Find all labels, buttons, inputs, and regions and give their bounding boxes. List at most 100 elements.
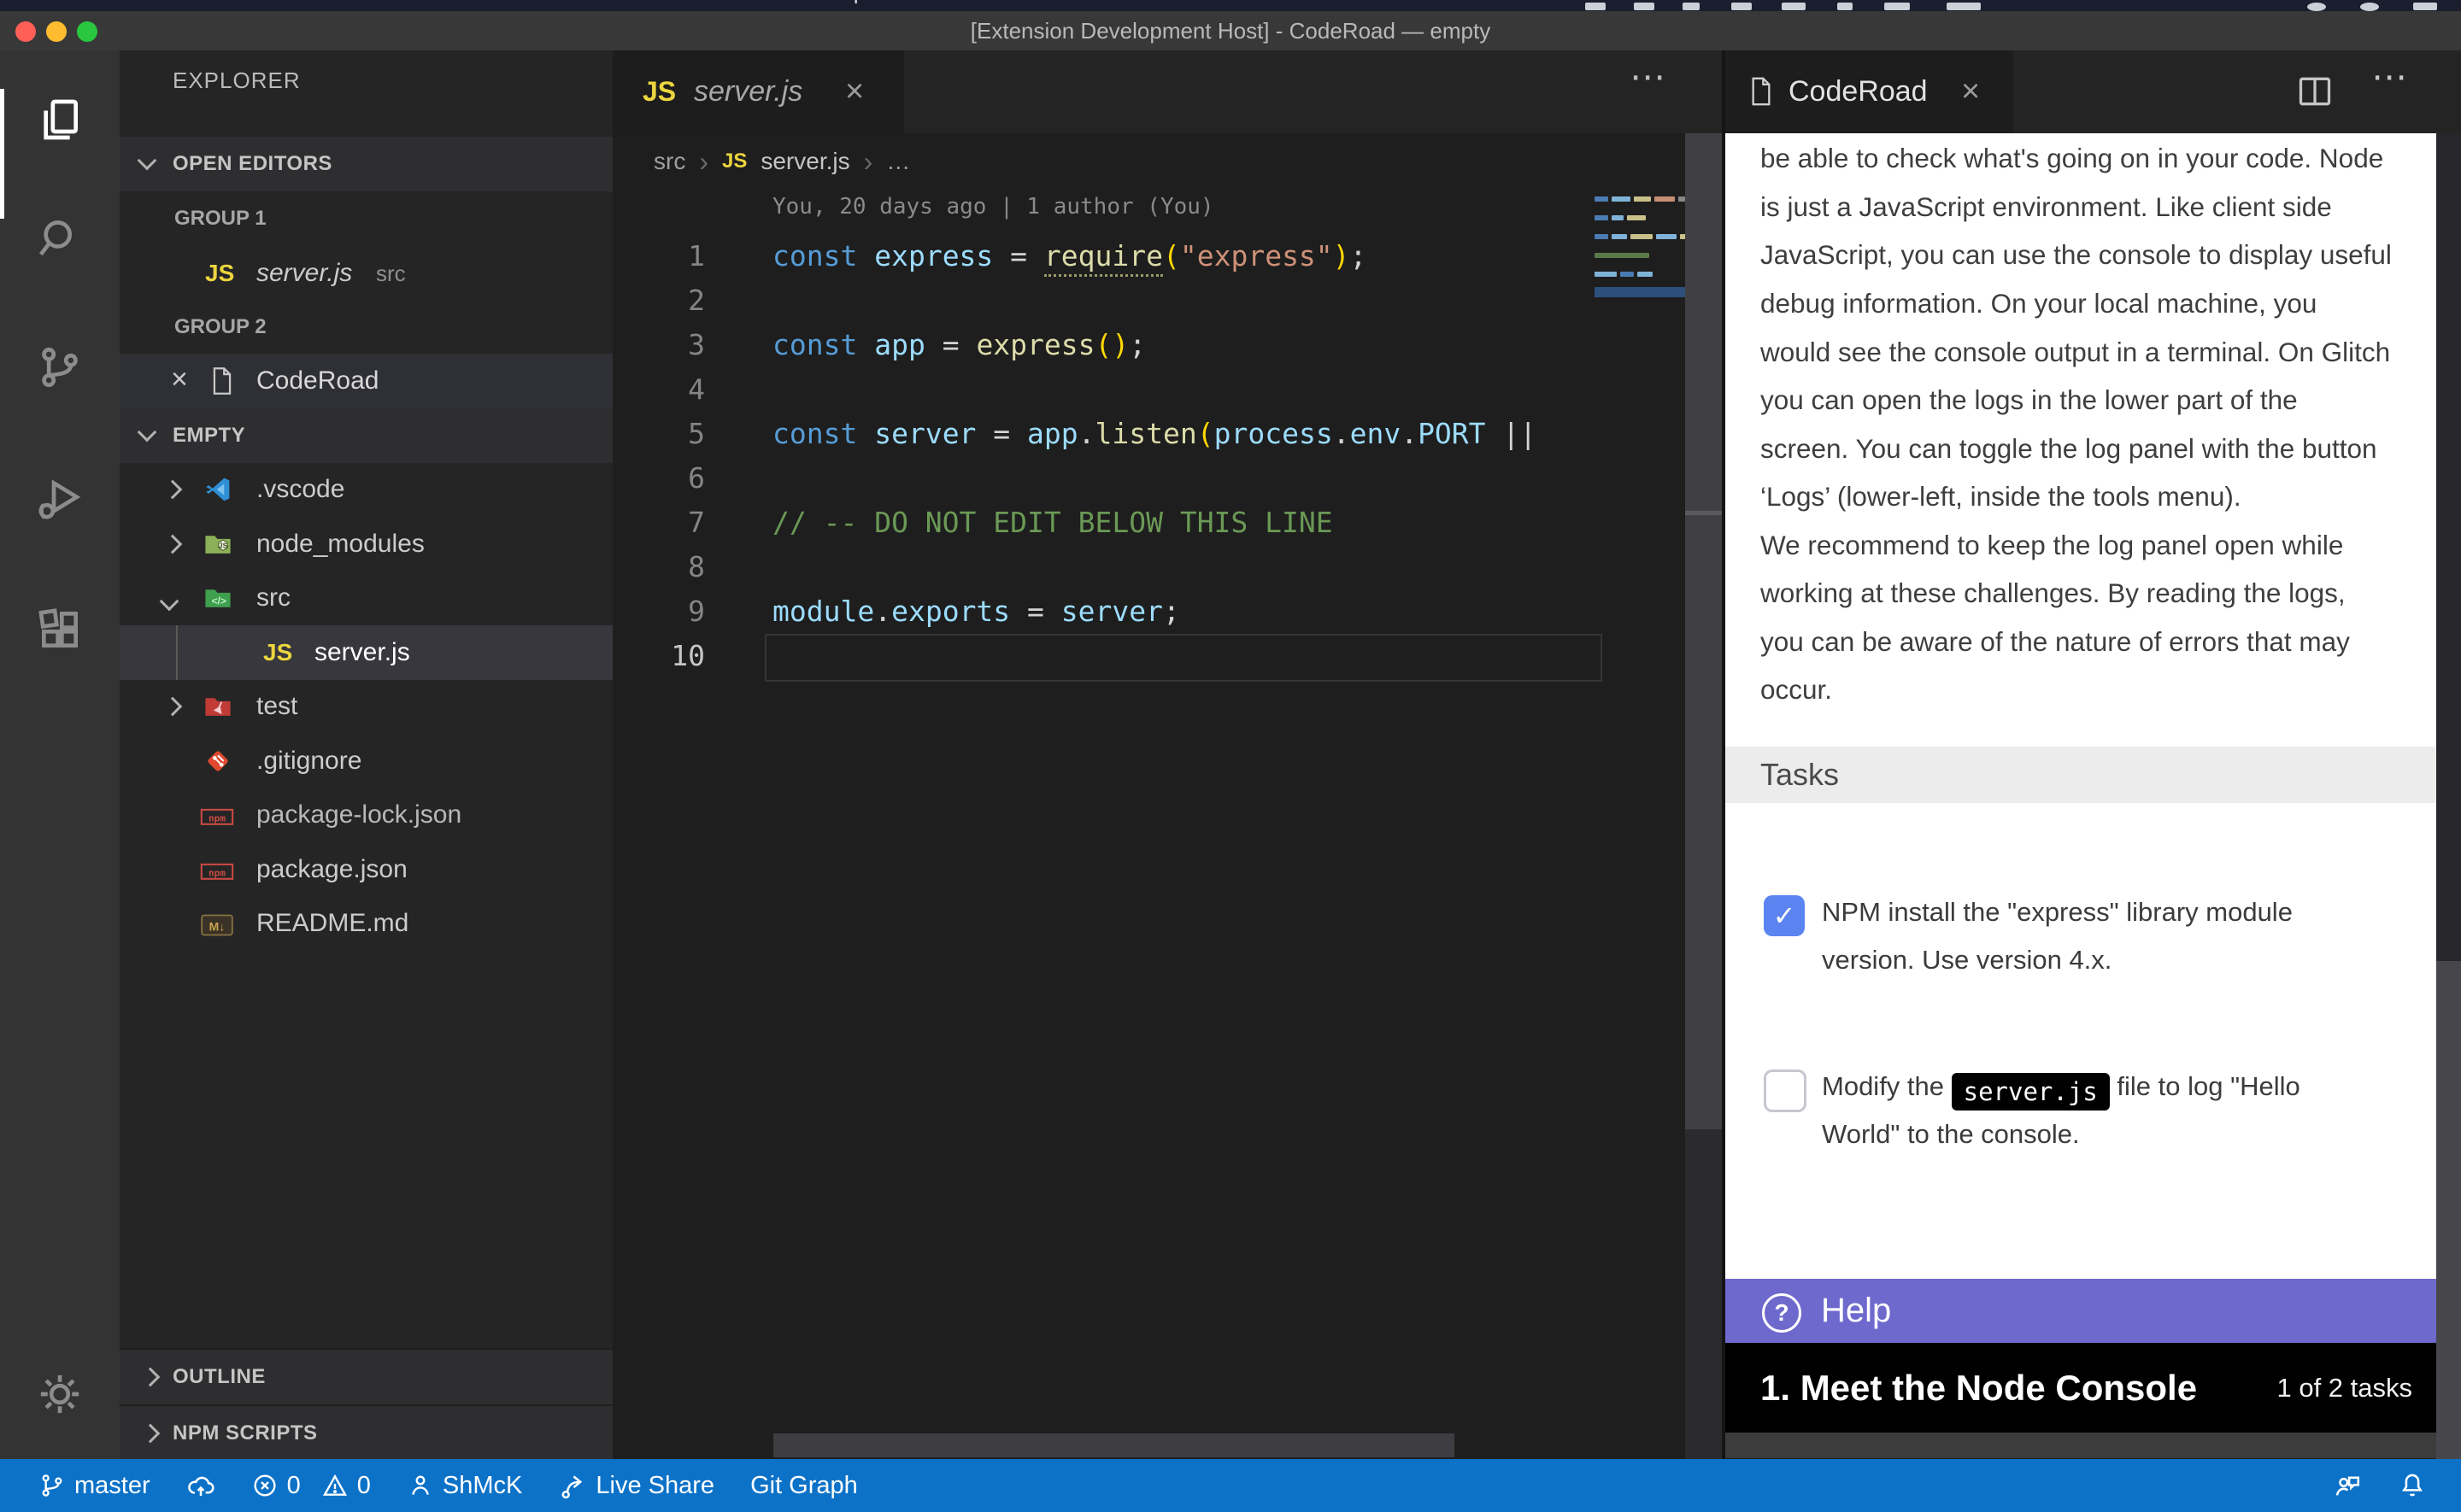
menu-window[interactable]: Window	[722, 0, 795, 5]
open-editor-server-js[interactable]: JS server.js src	[120, 246, 613, 301]
minimap[interactable]	[1595, 187, 1685, 409]
tree-item-src[interactable]: </> src	[120, 571, 613, 625]
tree-item-test[interactable]: test	[120, 679, 613, 734]
npm-scripts-section-header[interactable]: NPM SCRIPTS	[120, 1404, 613, 1459]
tree-item-package-lock[interactable]: npm package-lock.json	[120, 788, 613, 842]
tree-item-readme[interactable]: M↓ README.md	[120, 896, 613, 951]
tree-item-server-js-selected[interactable]: JS server.js	[120, 625, 613, 680]
close-tab-icon[interactable]: ×	[1961, 50, 1980, 133]
breadcrumb-file[interactable]: server.js	[761, 148, 849, 175]
menu-selection[interactable]: Selection	[320, 0, 405, 5]
vscode-folder-icon	[203, 475, 232, 504]
svg-text:JS: JS	[219, 541, 228, 549]
chevron-right-icon	[141, 1424, 161, 1444]
code-line[interactable]: 6	[613, 456, 1595, 501]
task-checkbox-checked[interactable]: ✓	[1764, 895, 1805, 936]
chevron-right-icon	[141, 1368, 161, 1387]
editor-more-actions-icon[interactable]: ⋯	[1630, 56, 1669, 97]
code-line[interactable]: 10	[613, 634, 1595, 678]
source-control-icon[interactable]	[36, 343, 84, 391]
git-icon	[203, 747, 232, 776]
open-editors-header[interactable]: OPEN EDITORS	[120, 137, 613, 191]
code-line[interactable]: 8	[613, 545, 1595, 589]
coderoad-content: be able to check what's going on in your…	[1725, 133, 2436, 1458]
tree-item-gitignore[interactable]: .gitignore	[120, 734, 613, 788]
sync-status[interactable]	[186, 1471, 215, 1500]
code-line[interactable]: 4	[613, 367, 1595, 412]
tree-item-vscode[interactable]: .vscode	[120, 462, 613, 517]
panel-scrollbar-track[interactable]	[2436, 961, 2461, 1459]
code-line[interactable]: 1 const express = require("express");	[613, 234, 1595, 278]
tree-item-node-modules[interactable]: JS node_modules	[120, 517, 613, 571]
markdown-icon: M↓	[200, 913, 229, 942]
menu-file[interactable]: File	[197, 0, 230, 5]
menu-help[interactable]: Help	[823, 0, 865, 5]
window-titlebar[interactable]: [Extension Development Host] - CodeRoad …	[0, 11, 2461, 50]
code-line[interactable]: 5 const server = app.listen(process.env.…	[613, 412, 1595, 456]
indent-guide	[176, 625, 178, 680]
menu-terminal[interactable]: Terminal	[617, 0, 695, 5]
document-icon	[210, 366, 239, 396]
split-editor-icon[interactable]	[2296, 73, 2334, 114]
lesson-footer[interactable]: 1. Meet the Node Console 1 of 2 tasks	[1725, 1343, 2436, 1433]
search-icon[interactable]	[36, 214, 84, 261]
menu-go[interactable]: Go	[508, 0, 536, 5]
lesson-text-line: you can open the logs in the lower part …	[1760, 376, 2418, 424]
live-share-status[interactable]: Live Share	[558, 1471, 714, 1500]
tab-server-js[interactable]: JS server.js ×	[613, 50, 904, 133]
menu-view[interactable]: View	[437, 0, 481, 5]
menu-code[interactable]: Code	[102, 0, 150, 5]
code-line[interactable]: 2	[613, 278, 1595, 323]
outline-label: OUTLINE	[173, 1350, 266, 1404]
lesson-text-line: be able to check what's going on in your…	[1760, 134, 2418, 182]
tree-item-label: README.md	[256, 896, 408, 951]
panel-scrollbar-thumb[interactable]	[2436, 133, 2461, 961]
document-icon	[1749, 76, 1773, 111]
tab-label: CodeRoad	[1788, 50, 1928, 133]
chevron-right-icon	[163, 480, 183, 500]
open-editor-coderoad[interactable]: × CodeRoad	[120, 354, 613, 408]
cloud-upload-icon	[186, 1471, 215, 1500]
editor-scrollbar[interactable]	[1685, 133, 1722, 1129]
tree-item-package-json[interactable]: npm package.json	[120, 842, 613, 897]
problems-status[interactable]: 0 0	[251, 1472, 371, 1500]
settings-gear-icon[interactable]	[36, 1370, 84, 1418]
editor-scrollbar-track[interactable]	[1685, 1129, 1722, 1459]
workspace-folder-header[interactable]: EMPTY	[120, 408, 613, 463]
explorer-icon[interactable]	[36, 96, 84, 144]
help-bar[interactable]: ? Help	[1725, 1279, 2436, 1343]
node-modules-folder-icon: JS	[203, 530, 232, 559]
chevron-right-icon: ›	[699, 146, 708, 178]
close-tab-icon[interactable]: ×	[845, 50, 864, 133]
task1-text: version. Use version 4.x.	[1822, 936, 2112, 984]
js-file-icon: JS	[205, 246, 234, 301]
task-checkbox-unchecked[interactable]	[1764, 1070, 1806, 1112]
menu-run[interactable]: Run	[555, 0, 593, 5]
tab-coderoad[interactable]: CodeRoad ×	[1725, 50, 2013, 133]
error-icon	[251, 1472, 279, 1499]
npm-icon: npm	[200, 806, 229, 835]
menu-edit[interactable]: Edit	[255, 0, 291, 5]
feedback-status[interactable]	[2333, 1471, 2362, 1500]
code-line[interactable]: 9 module.exports = server;	[613, 589, 1595, 634]
breadcrumb-symbol[interactable]: …	[886, 148, 910, 175]
code-line[interactable]: 7 // -- DO NOT EDIT BELOW THIS LINE	[613, 501, 1595, 545]
tree-item-label: server.js	[314, 625, 410, 680]
run-debug-icon[interactable]	[36, 474, 84, 522]
lesson-text-line: ‘Logs’ (lower-left, inside the tools men…	[1760, 472, 2418, 520]
horizontal-scrollbar[interactable]	[773, 1433, 1454, 1457]
notifications-status[interactable]	[2398, 1471, 2427, 1500]
codelens-blame[interactable]: You, 20 days ago | 1 author (You)	[772, 194, 1214, 220]
extensions-icon[interactable]	[36, 606, 84, 653]
group2-label: GROUP 2	[174, 300, 267, 355]
breadcrumb[interactable]: src › JS server.js › …	[654, 143, 910, 180]
close-icon[interactable]: ×	[171, 354, 188, 405]
panel-more-actions-icon[interactable]: ⋯	[2371, 56, 2411, 97]
git-branch-status[interactable]: master	[38, 1472, 150, 1500]
outline-section-header[interactable]: OUTLINE	[120, 1348, 613, 1404]
code-line[interactable]: 3 const app = express();	[613, 323, 1595, 367]
breadcrumb-src[interactable]: src	[654, 148, 685, 175]
user-status[interactable]: ShMcK	[407, 1472, 522, 1500]
tasks-section-header: Tasks	[1725, 747, 2436, 803]
git-graph-status[interactable]: Git Graph	[750, 1472, 858, 1500]
